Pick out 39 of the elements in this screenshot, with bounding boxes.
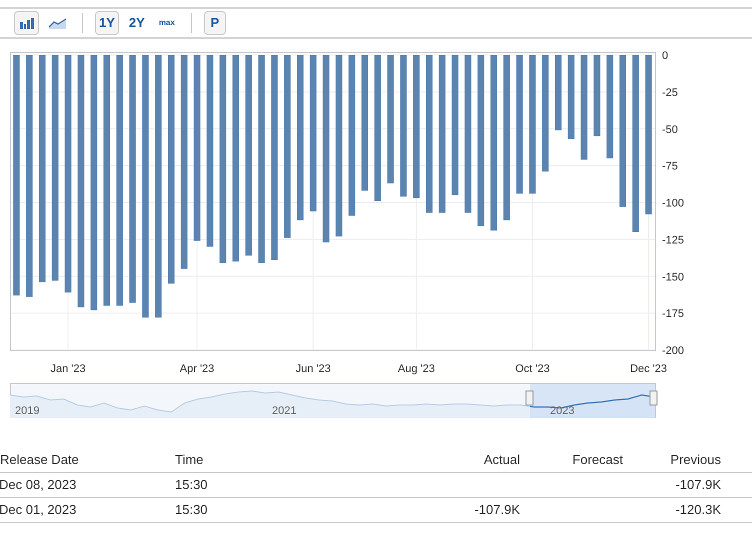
y-axis-label: 0 — [662, 50, 668, 62]
bar-chart-icon — [18, 17, 34, 29]
y-axis-label: -50 — [662, 124, 678, 136]
navigator-year-label: 2019 — [15, 405, 40, 417]
y-axis-label: -175 — [662, 308, 684, 320]
y-axis-label: -25 — [662, 86, 678, 99]
y-axis-label: -200 — [662, 345, 684, 357]
table-cell: -120.3K — [675, 502, 721, 518]
y-axis-label: -125 — [662, 234, 684, 246]
x-axis-label: Oct '23 — [515, 363, 550, 375]
area-chart-icon — [48, 17, 66, 29]
table-cell: -107.9K — [474, 502, 520, 518]
table-cell: Dec 01, 2023 — [0, 502, 76, 518]
range-button[interactable]: 1Y — [95, 11, 119, 35]
range-handle[interactable] — [650, 390, 658, 406]
range-button[interactable]: max — [154, 11, 179, 35]
column-header: Actual — [482, 450, 520, 469]
x-axis-label: Jun '23 — [296, 363, 331, 375]
bar-chart-button[interactable] — [14, 11, 39, 35]
y-axis-label: -150 — [662, 271, 684, 284]
table-cell: -107.9K — [675, 477, 721, 492]
range-handle[interactable] — [526, 390, 534, 406]
column-header: Forecast — [571, 450, 623, 469]
navigator-year-label: 2021 — [272, 405, 296, 417]
table-cell: 15:30 — [175, 502, 208, 518]
y-axis-label: -100 — [662, 198, 684, 210]
x-axis-label: Apr '23 — [180, 363, 214, 375]
x-axis-label: Jan '23 — [50, 363, 86, 375]
column-header: Time — [175, 450, 204, 469]
p-button[interactable]: P — [204, 11, 226, 35]
x-axis-label: Dec '23 — [630, 363, 668, 375]
column-header: Release Date — [0, 450, 80, 469]
navigator-year-label: 2023 — [550, 405, 574, 417]
column-header: Previous — [669, 450, 721, 469]
x-axis-label: Aug '23 — [398, 363, 435, 375]
y-axis-label: -75 — [662, 160, 678, 173]
range-button[interactable]: 2Y — [124, 11, 149, 35]
table-cell: 15:30 — [175, 477, 208, 492]
table-cell: Dec 08, 2023 — [0, 477, 76, 492]
